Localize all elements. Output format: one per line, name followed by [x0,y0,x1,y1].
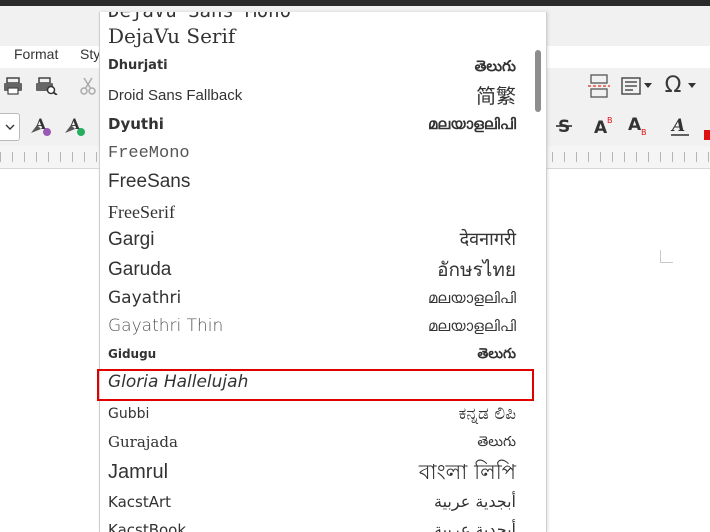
font-name-label: FreeMono [108,144,190,163]
font-script-sample: อักษรไทย [437,259,516,281]
font-name-label: Gargi [108,229,155,250]
font-list-item[interactable]: Gidugu తెలుగు [100,340,546,368]
menu-styles[interactable]: Sty [80,46,100,62]
font-name-label: Gurajada [108,433,178,451]
font-list-item[interactable]: Gubbi ಕನ್ನಡ ಲಿಪಿ [100,400,546,428]
font-list-item[interactable]: FreeSerif [100,198,546,226]
subscript-icon[interactable]: AB [626,114,652,138]
font-list-item[interactable]: Gayathri മലയാളലിപി [100,284,546,312]
font-name-label: Gayathri Thin [108,316,224,336]
cut-icon[interactable] [75,74,101,98]
print-icon[interactable] [0,74,26,98]
style-dropdown-button[interactable] [0,113,20,141]
svg-text:A: A [594,118,608,137]
font-name-label: FreeSerif [108,202,175,222]
font-color-swatch[interactable] [704,130,710,140]
font-name-label: Gubbi [108,406,150,422]
font-list-item[interactable]: FreeMono [100,140,546,168]
font-list-item[interactable]: KacstBook أبجدية عربية [100,516,546,532]
font-list-item[interactable]: DejaVu Serif [100,22,546,50]
font-name-label: Jamrul [108,461,169,483]
font-list-item[interactable]: Dhurjati తెలుగు [100,52,546,80]
font-list-item[interactable]: Gayathri Thin മലയാളലിപി [100,312,546,340]
update-style-icon[interactable]: A [28,114,54,138]
font-script-sample: മലയാളലിപി [427,317,516,335]
svg-text:A: A [628,115,642,135]
font-script-sample: తెలుగు [474,57,516,75]
font-name-label: KacstArt [108,493,172,511]
font-script-sample: أبجدية عربية [434,492,516,511]
svg-text:B: B [607,116,613,125]
font-script-sample: বাংলা লিপি [418,460,516,484]
menu-format[interactable]: Format [14,46,58,62]
font-list-item[interactable]: Dyuthi മലയാളലിപി [100,110,546,138]
font-script-sample: 简繁 [476,84,516,108]
font-name-label: FreeSans [108,171,191,192]
print-preview-icon[interactable] [34,74,60,98]
font-name-dropdown-list[interactable]: DejaVu Sans MonoDejaVu SerifDhurjatiతెలు… [99,12,547,532]
font-script-sample: മലയാളലിപി [427,115,516,133]
font-script-sample: తెలుగు [477,434,516,450]
font-list-scrollbar[interactable] [534,12,542,532]
font-script-sample: മലയാളലിപി [427,289,516,307]
chevron-down-icon[interactable] [685,74,699,98]
font-name-label: DejaVu Serif [108,24,236,48]
font-name-label: Gidugu [108,347,157,361]
page-break-icon[interactable] [586,74,612,98]
svg-text:A: A [670,116,685,136]
chevron-down-icon[interactable] [641,74,655,98]
font-list-item[interactable]: Jamrul বাংলা লিপি [100,458,546,486]
font-script-sample: తెలుగు [477,346,516,362]
font-list-item[interactable]: Gargi देवनागरी [100,226,546,254]
scrollbar-thumb[interactable] [535,50,541,112]
new-style-icon[interactable]: A [62,114,88,138]
font-name-label: KacstBook [108,521,187,532]
font-script-sample: ಕನ್ನಡ ಲಿಪಿ [458,404,516,424]
superscript-icon[interactable]: AB [592,114,618,138]
font-name-label: Dyuthi [108,115,164,133]
font-list-item[interactable]: Garuda อักษรไทย [100,256,546,284]
font-list-item[interactable]: Droid Sans Fallback 简繁 [100,82,546,110]
font-list-item[interactable]: Gurajada తెలుగు [100,428,546,456]
page-corner-mark [660,250,673,263]
font-script-sample: أبجدية عربية [434,520,516,532]
font-list-item[interactable]: KacstArt أبجدية عربية [100,488,546,516]
svg-text:B: B [641,128,647,137]
font-list-item[interactable]: FreeSans [100,168,546,196]
special-character-icon[interactable]: Ω [660,73,686,98]
font-script-sample: देवनागरी [459,229,516,250]
font-name-label: Droid Sans Fallback [108,87,243,104]
font-name-label: Gayathri [108,288,182,308]
clear-formatting-icon[interactable]: A [668,114,694,138]
font-name-label: Garuda [108,259,172,280]
font-name-label: Dhurjati [108,58,168,73]
strikethrough-icon[interactable]: S [551,114,577,138]
selected-font-highlight [97,369,534,401]
